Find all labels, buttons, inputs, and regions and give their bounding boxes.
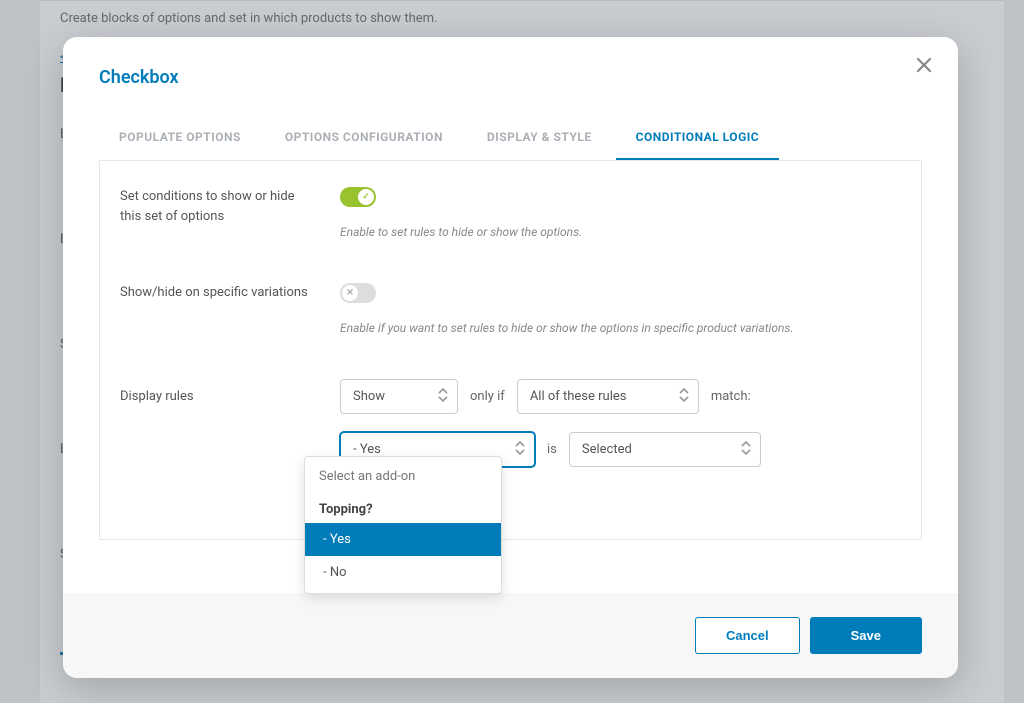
dropdown-option-no[interactable]: - No [305,556,501,589]
display-rules-label: Display rules [120,387,340,407]
chevron-updown-icon [678,386,690,407]
chevron-updown-icon [437,386,449,407]
tab-populate-options[interactable]: POPULATE OPTIONS [119,120,241,160]
chevron-updown-icon [740,439,752,460]
row-conditions-toggle: Set conditions to show or hide this set … [120,187,901,239]
dropdown-option-yes[interactable]: - Yes [305,523,501,556]
chevron-updown-icon [514,439,526,460]
addon-select-value: - Yes [353,442,381,457]
only-if-text: only if [470,389,505,404]
variations-helper: Enable if you want to set rules to hide … [340,321,901,335]
check-icon: ✓ [358,189,374,205]
cancel-button[interactable]: Cancel [695,617,800,654]
row-display-rules: Display rules Show only if All of these … [120,379,901,414]
x-icon: ✕ [342,285,358,301]
variations-toggle[interactable]: ✕ [340,283,376,303]
state-select[interactable]: Selected [569,432,761,467]
modal-footer: Cancel Save [63,593,958,678]
modal-header: Checkbox POPULATE OPTIONS OPTIONS CONFIG… [63,37,958,160]
row-variations-toggle: Show/hide on specific variations ✕ Enabl… [120,283,901,335]
state-select-value: Selected [582,442,632,457]
save-button[interactable]: Save [810,617,922,654]
action-select[interactable]: Show [340,379,458,414]
variations-label: Show/hide on specific variations [120,283,340,303]
addon-dropdown: Select an add-on Topping? - Yes - No [304,456,502,594]
is-text: is [547,442,557,457]
modal-body: Set conditions to show or hide this set … [63,160,958,593]
dropdown-group-label: Topping? [305,494,501,523]
tab-display-style[interactable]: DISPLAY & STYLE [487,120,592,160]
conditions-toggle[interactable]: ✓ [340,187,376,207]
modal-title: Checkbox [99,67,922,88]
modal-dialog: Checkbox POPULATE OPTIONS OPTIONS CONFIG… [63,37,958,678]
conditions-label: Set conditions to show or hide this set … [120,187,340,226]
action-select-value: Show [353,389,385,404]
tab-options-configuration[interactable]: OPTIONS CONFIGURATION [285,120,443,160]
tab-conditional-logic[interactable]: CONDITIONAL LOGIC [636,120,760,160]
close-icon [916,57,932,73]
conditions-helper: Enable to set rules to hide or show the … [340,225,901,239]
match-mode-select[interactable]: All of these rules [517,379,699,414]
close-button[interactable] [916,57,936,77]
modal-tabs: POPULATE OPTIONS OPTIONS CONFIGURATION D… [99,120,922,160]
match-suffix-text: match: [711,389,751,404]
match-mode-value: All of these rules [530,389,627,404]
conditional-logic-panel: Set conditions to show or hide this set … [99,160,922,540]
dropdown-placeholder: Select an add-on [305,457,501,494]
